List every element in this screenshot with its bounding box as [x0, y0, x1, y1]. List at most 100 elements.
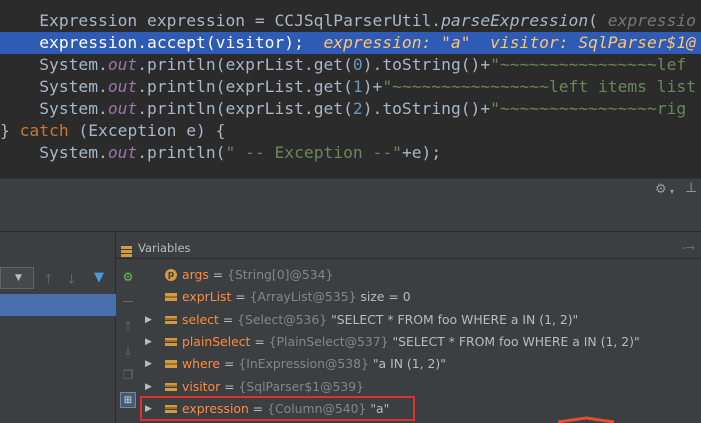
code-token: System. [0, 143, 108, 162]
arrow-down-icon[interactable]: 🡓 [120, 343, 136, 359]
variable-value: "SELECT * FROM foo WHERE a IN (1, 2)" [388, 333, 640, 349]
expand-arrow-icon[interactable]: ▶ [145, 353, 155, 375]
code-token: .println(exprList.get( [137, 99, 353, 118]
variables-toolbar: ⚙ — 🡑 🡓 ❐ ⊞ [116, 264, 138, 423]
variable-text: exprList = {ArrayList@535} size = 0 [182, 286, 411, 308]
frame-selected-row[interactable] [0, 294, 116, 316]
variables-icon [121, 242, 132, 257]
frames-pane: ▼ 🡑 🡓 ▼ [0, 232, 116, 423]
code-token: Expression expression = CCJSqlParserUtil… [0, 11, 442, 30]
code-token: catch [19, 121, 69, 140]
expand-arrow-icon[interactable]: ▶ [145, 331, 155, 353]
arrow-up-icon[interactable]: 🡑 [120, 318, 136, 334]
debug-tabs-header [0, 202, 701, 232]
field-icon [165, 336, 177, 348]
code-token: ( [588, 11, 608, 30]
code-editor[interactable]: Expression expression = CCJSqlParserUtil… [0, 0, 701, 178]
expand-arrow-icon[interactable]: ▶ [145, 376, 155, 398]
code-token: ).toString()+ [362, 55, 491, 74]
code-token: } [0, 121, 20, 140]
code-token: System. [0, 77, 108, 96]
code-line[interactable]: Expression expression = CCJSqlParserUtil… [0, 10, 701, 32]
code-token: "~~~~~~~~~~~~~~~~rig [490, 99, 687, 118]
code-token: )+ [362, 77, 383, 96]
chevron-down-icon[interactable]: ▾ [670, 186, 674, 198]
code-token: out [107, 99, 138, 118]
variable-type: {PlainSelect@537} [268, 333, 389, 349]
minimize-icon[interactable]: ⊥ [685, 181, 697, 195]
code-line[interactable]: } catch (Exception e) { [0, 120, 701, 142]
variable-name: select [182, 311, 219, 327]
variable-equals: = [250, 333, 269, 349]
code-token: out [107, 55, 138, 74]
code-token: "~~~~~~~~~~~~~~~~lef [490, 55, 687, 74]
code-token: 1 [352, 77, 363, 96]
code-token: .println( [137, 143, 226, 162]
variable-name: args [182, 267, 209, 282]
watches-icon[interactable]: ⊞ [120, 392, 136, 408]
evaluate-icon[interactable]: ⚙ [120, 269, 136, 285]
variable-name: plainSelect [182, 333, 251, 349]
variable-text: where = {InExpression@538} "a IN (1, 2)" [182, 353, 446, 375]
code-token: "~~~~~~~~~~~~~~~~left items list [382, 77, 696, 96]
variable-row-select[interactable]: ▶ select = {Select@536} "SELECT * FROM fo… [138, 309, 701, 331]
variable-row-where[interactable]: ▶ where = {InExpression@538} "a IN (1, 2)… [138, 353, 701, 375]
pin-icon[interactable]: -⇾ [682, 241, 695, 254]
code-token: out [107, 143, 138, 162]
code-line[interactable]: System.out.println(exprList.get(2).toStr… [0, 98, 701, 120]
inline-debug-value: expression: "a" visitor: SqlParser$1@ [323, 33, 696, 52]
field-icon [165, 381, 177, 393]
variable-name: exprList [182, 289, 232, 305]
gear-icon[interactable]: ⚙ [655, 183, 667, 196]
variable-value: "a IN (1, 2)" [368, 356, 446, 372]
variable-name: visitor [182, 378, 221, 394]
variable-row-args[interactable]: p args = {String[0]@534} [138, 264, 701, 286]
variable-row-exprlist[interactable]: exprList = {ArrayList@535} size = 0 [138, 286, 701, 308]
variable-name: where [182, 356, 221, 372]
variable-equals: = [218, 311, 238, 327]
variable-equals: = [220, 378, 239, 394]
variable-row-visitor[interactable]: ▶ visitor = {SqlParser$1@539} [138, 376, 701, 398]
variable-type: {ArrayList@535} [249, 289, 357, 305]
minus-icon[interactable]: — [120, 293, 136, 309]
code-token: System. [0, 55, 108, 74]
variable-type: {InExpression@538} [238, 356, 369, 372]
variable-value: size = 0 [356, 289, 411, 305]
code-token: .println(exprList.get( [137, 55, 353, 74]
filter-icon[interactable]: ▼ [94, 270, 104, 285]
arrow-down-icon[interactable]: 🡓 [68, 270, 75, 292]
code-token: out [107, 77, 138, 96]
code-token: expressio [607, 11, 696, 30]
code-token: (Exception e) { [68, 121, 226, 140]
expand-arrow-icon[interactable]: ▶ [145, 309, 155, 331]
variable-type: {String[0]@534} [227, 267, 334, 282]
variable-row-plainselect[interactable]: ▶ plainSelect = {PlainSelect@537} "SELECT… [138, 331, 701, 353]
chevron-down-icon: ▼ [15, 273, 22, 283]
code-token: 0 [352, 55, 363, 74]
copy-icon[interactable]: ❐ [120, 367, 136, 383]
code-token: System. [0, 99, 108, 118]
variable-type: {SqlParser$1@539} [238, 378, 365, 394]
variable-text: visitor = {SqlParser$1@539} [182, 376, 364, 398]
variable-text: select = {Select@536} "SELECT * FROM foo… [182, 309, 578, 331]
variables-title: Variables [138, 241, 191, 255]
variables-header: Variables -⇾ [116, 237, 701, 259]
variable-value: "SELECT * FROM foo WHERE a IN (1, 2)" [327, 311, 579, 327]
debug-tool-window-bar: ⚙ ▾ ⊥ [0, 178, 701, 202]
code-line[interactable]: System.out.println(exprList.get(1)+"~~~~… [0, 76, 701, 98]
code-token: .println(exprList.get( [137, 77, 353, 96]
code-line[interactable]: System.out.println(exprList.get(0).toStr… [0, 54, 701, 76]
variable-text: plainSelect = {PlainSelect@537} "SELECT … [182, 331, 640, 353]
arrow-up-icon[interactable]: 🡑 [45, 270, 52, 292]
field-icon [165, 314, 177, 326]
code-token: +e); [401, 143, 442, 162]
variable-equals: = [220, 356, 239, 372]
code-line[interactable]: System.out.println(" -- Exception --"+e)… [0, 142, 701, 164]
current-execution-line[interactable]: expression.accept(visitor); expression: … [0, 32, 701, 54]
thread-select[interactable]: ▼ [0, 267, 34, 289]
code-token: " -- Exception --" [225, 143, 402, 162]
code-token: expression.accept(visitor); [0, 33, 324, 52]
code-token: ).toString()+ [362, 99, 491, 118]
variable-text: args = {String[0]@534} [182, 264, 333, 286]
code-token: parseExpression [441, 11, 589, 30]
